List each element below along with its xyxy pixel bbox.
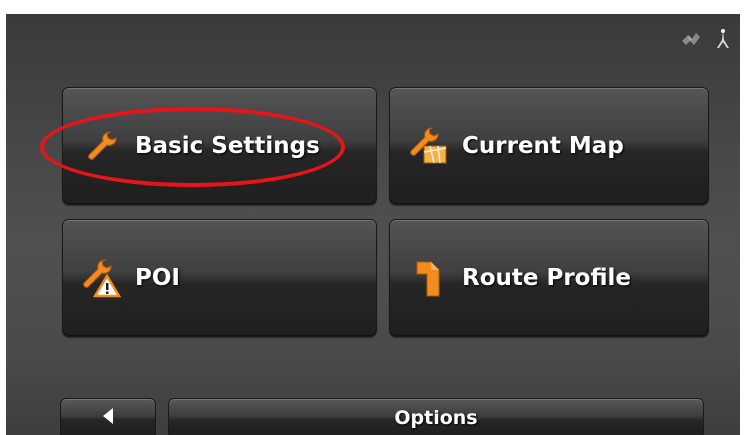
status-bar (680, 28, 730, 54)
satellite-icon (716, 28, 730, 54)
route-arrow-icon (408, 258, 448, 298)
basic-settings-label: Basic Settings (135, 133, 320, 159)
options-label: Options (394, 407, 478, 429)
bottom-bar: Options (6, 398, 740, 435)
back-button[interactable] (60, 398, 156, 435)
current-map-button[interactable]: Current Map (389, 87, 709, 205)
back-arrow-icon (101, 407, 115, 429)
current-map-label: Current Map (462, 133, 624, 159)
gps-signal-icon (680, 30, 702, 52)
wrench-icon (81, 126, 121, 166)
poi-button[interactable]: POI (62, 219, 377, 337)
route-profile-button[interactable]: Route Profile (389, 219, 709, 337)
route-profile-label: Route Profile (462, 265, 632, 291)
navigation-screen: Basic Settings Current Map POI Route Pro… (6, 14, 740, 435)
wrench-warning-icon (81, 258, 121, 298)
options-button[interactable]: Options (168, 398, 704, 435)
basic-settings-button[interactable]: Basic Settings (62, 87, 377, 205)
poi-label: POI (135, 265, 180, 291)
wrench-map-icon (408, 126, 448, 166)
